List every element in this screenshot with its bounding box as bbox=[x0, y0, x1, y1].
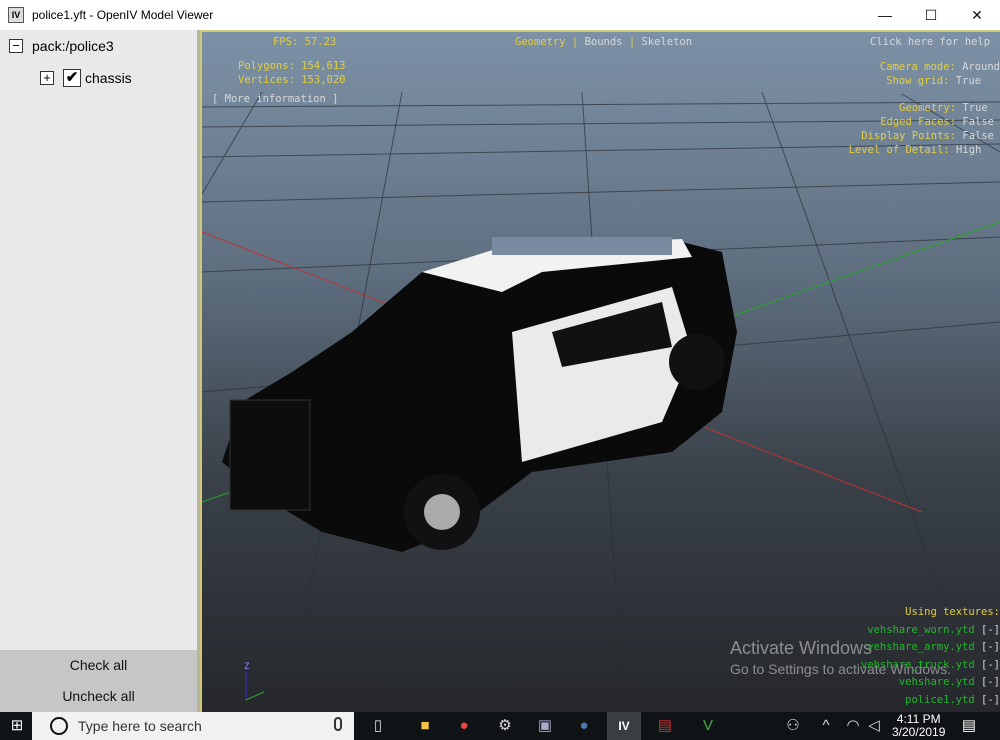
window-title: police1.yft - OpenIV Model Viewer bbox=[32, 8, 214, 22]
action-center-icon[interactable]: ▤ bbox=[958, 716, 980, 736]
axis-gizmo bbox=[245, 672, 265, 701]
polygons-stat: Polygons: 154,613 bbox=[238, 60, 346, 72]
people-icon[interactable]: ⚇ bbox=[782, 716, 804, 736]
check-all-button[interactable]: Check all bbox=[0, 650, 197, 681]
texture-item[interactable]: vehshare_worn.ytd [-] bbox=[861, 622, 1000, 640]
gta-v-icon[interactable]: V bbox=[697, 716, 719, 736]
tree-item-chassis[interactable]: + ✔ chassis bbox=[40, 69, 132, 87]
winrar-icon[interactable]: ▤ bbox=[654, 716, 676, 736]
tab-geometry[interactable]: Geometry bbox=[515, 36, 566, 48]
texture-item[interactable]: vehshare.ytd [-] bbox=[861, 674, 1000, 692]
openiv-app-icon: IV bbox=[8, 7, 24, 23]
textures-heading: Using textures: bbox=[905, 606, 1000, 618]
tab-bounds[interactable]: Bounds bbox=[585, 36, 623, 48]
edged-faces-toggle[interactable]: Edged Faces: False bbox=[849, 115, 994, 129]
uncheck-all-button[interactable]: Uncheck all bbox=[0, 681, 197, 712]
taskbar-search-box[interactable]: Type here to search bbox=[32, 712, 354, 740]
separator: | bbox=[571, 36, 579, 48]
model-tree-panel: − pack:/police3 + ✔ chassis Check all Un… bbox=[0, 30, 200, 712]
windows-start-icon[interactable]: ⊞ bbox=[6, 716, 28, 736]
cortana-icon bbox=[50, 717, 68, 735]
chrome-icon[interactable]: ● bbox=[453, 716, 475, 736]
title-bar: IV police1.yft - OpenIV Model Viewer — ☐… bbox=[0, 0, 1000, 30]
render-mode-tabs: Geometry | Bounds | Skeleton bbox=[515, 36, 692, 48]
fps-readout: FPS: 57.23 bbox=[273, 36, 337, 48]
task-view-icon[interactable]: ▯ bbox=[367, 716, 389, 736]
texture-item[interactable]: police1.ytd [-] bbox=[861, 692, 1000, 710]
texture-list: Using textures: vehshare_worn.ytd [-] ve… bbox=[861, 604, 1000, 710]
chassis-checkbox[interactable]: ✔ bbox=[63, 69, 81, 87]
openiv-taskbar-icon[interactable]: IV bbox=[607, 712, 641, 740]
camera-mode-toggle[interactable]: Camera mode: Around bbox=[880, 60, 1000, 74]
texture-item[interactable]: vehshare_truck.ytd [-] bbox=[861, 657, 1000, 675]
tree-root-label: pack:/police3 bbox=[32, 38, 114, 54]
expand-icon[interactable]: + bbox=[40, 71, 54, 85]
display-points-toggle[interactable]: Display Points: False bbox=[849, 129, 994, 143]
wifi-icon[interactable]: ◠ bbox=[842, 716, 864, 736]
clock[interactable]: 4:11 PM 3/20/2019 bbox=[892, 713, 945, 739]
windows-taskbar: ⊞ Type here to search ▯ ■ ● ⚙ ▣ ● IV ▤ V… bbox=[0, 712, 1000, 740]
microphone-icon[interactable] bbox=[334, 717, 342, 731]
camera-settings: Camera mode: Around Show grid: True bbox=[880, 60, 1000, 88]
maximize-button[interactable]: ☐ bbox=[908, 0, 954, 30]
vertices-stat: Vertices: 153,020 bbox=[238, 74, 346, 86]
show-grid-toggle[interactable]: Show grid: True bbox=[880, 74, 1000, 88]
search-placeholder: Type here to search bbox=[78, 718, 202, 734]
texture-item[interactable]: vehshare_army.ytd [-] bbox=[861, 639, 1000, 657]
level-of-detail-toggle[interactable]: Level of Detail: High bbox=[849, 143, 994, 157]
separator: | bbox=[628, 36, 636, 48]
show-hidden-icons-chevron-icon[interactable]: ^ bbox=[815, 716, 837, 736]
help-link[interactable]: Click here for help bbox=[870, 36, 990, 48]
tree-chassis-label: chassis bbox=[85, 70, 132, 86]
collapse-icon[interactable]: − bbox=[9, 39, 23, 53]
task-manager-icon[interactable]: ▣ bbox=[534, 716, 556, 736]
more-information-link[interactable]: [ More information ] bbox=[212, 93, 338, 105]
file-explorer-icon[interactable]: ■ bbox=[414, 716, 436, 736]
volume-icon[interactable]: ◁ bbox=[863, 716, 885, 736]
minimize-button[interactable]: — bbox=[862, 0, 908, 30]
geometry-toggle[interactable]: Geometry: True bbox=[849, 101, 994, 115]
3d-viewport[interactable]: Z FPS: 57.23 Geometry | Bounds | Skeleto… bbox=[200, 30, 1000, 712]
check-buttons: Check all Uncheck all bbox=[0, 650, 197, 712]
police-car-model bbox=[222, 237, 737, 552]
tree-item-root[interactable]: − pack:/police3 bbox=[9, 38, 114, 54]
settings-gear-icon[interactable]: ⚙ bbox=[494, 716, 516, 736]
display-settings: Geometry: True Edged Faces: False Displa… bbox=[849, 101, 994, 157]
tab-skeleton[interactable]: Skeleton bbox=[641, 36, 692, 48]
close-button[interactable]: ✕ bbox=[954, 0, 1000, 30]
axis-z-label: Z bbox=[244, 662, 250, 672]
steam-icon[interactable]: ● bbox=[573, 716, 595, 736]
